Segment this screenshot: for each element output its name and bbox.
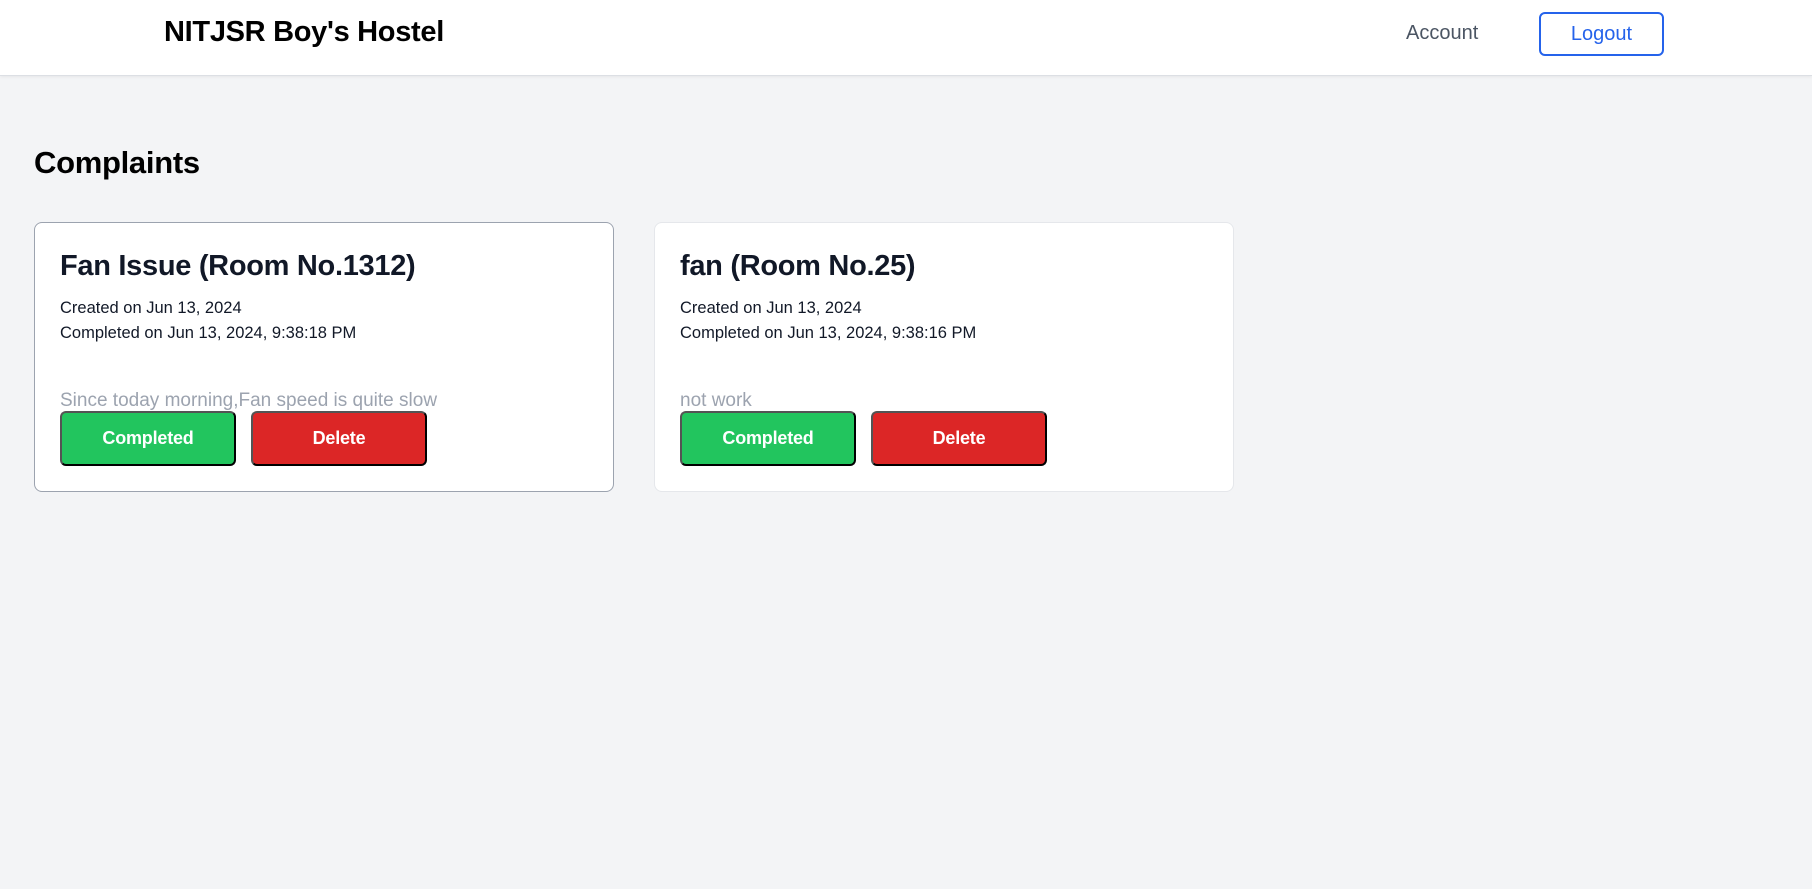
complaint-description: not work <box>680 390 752 411</box>
complaint-description: Since today morning,Fan speed is quite s… <box>60 390 438 411</box>
complaint-created-date: Created on Jun 13, 2024 <box>60 299 242 317</box>
top-navbar: NITJSR Boy's Hostel Account Logout <box>0 0 1812 76</box>
complaint-title: Fan Issue (Room No.1312) <box>60 250 416 282</box>
account-link[interactable]: Account <box>1406 22 1478 45</box>
page-title: Complaints <box>34 145 200 180</box>
complaint-card: fan (Room No.25) Created on Jun 13, 2024… <box>654 222 1234 492</box>
delete-button[interactable]: Delete <box>251 411 427 466</box>
complaint-card: Fan Issue (Room No.1312) Created on Jun … <box>34 222 614 492</box>
logout-button[interactable]: Logout <box>1539 12 1664 56</box>
brand-title[interactable]: NITJSR Boy's Hostel <box>164 16 444 49</box>
complaint-title: fan (Room No.25) <box>680 250 916 282</box>
completed-button[interactable]: Completed <box>60 411 236 466</box>
complaint-completed-date: Completed on Jun 13, 2024, 9:38:18 PM <box>60 324 357 342</box>
complaint-completed-date: Completed on Jun 13, 2024, 9:38:16 PM <box>680 324 977 342</box>
complaint-created-date: Created on Jun 13, 2024 <box>680 299 862 317</box>
delete-button[interactable]: Delete <box>871 411 1047 466</box>
completed-button[interactable]: Completed <box>680 411 856 466</box>
